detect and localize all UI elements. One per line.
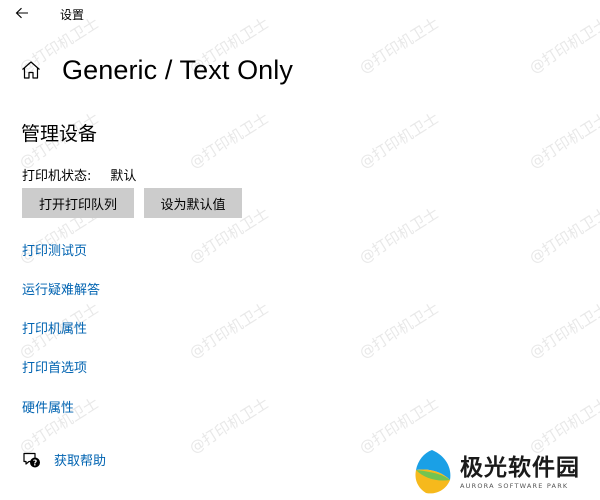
- print-test-page-link[interactable]: 打印测试页: [22, 240, 87, 259]
- title-bar: 设置: [0, 0, 600, 30]
- status-label: 打印机状态:: [22, 169, 92, 184]
- aurora-logo-icon: [415, 450, 451, 494]
- status-value: 默认: [110, 169, 137, 184]
- svg-text:?: ?: [33, 458, 37, 467]
- set-default-button[interactable]: 设为默认值: [144, 188, 242, 218]
- home-icon[interactable]: [20, 59, 42, 81]
- page-title: Generic / Text Only: [62, 54, 293, 85]
- page-header: Generic / Text Only: [20, 50, 293, 90]
- watermark-text: @打印机卫士: [526, 298, 600, 362]
- watermark-text: @打印机卫士: [356, 298, 442, 362]
- brand-subtitle: AURORA SOFTWARE PARK: [460, 481, 569, 490]
- help-chat-icon: ?: [23, 452, 40, 467]
- printer-properties-link[interactable]: 打印机属性: [22, 318, 87, 337]
- watermark-text: @打印机卫士: [356, 203, 442, 267]
- watermark-text: @打印机卫士: [186, 108, 272, 172]
- get-help[interactable]: ? 获取帮助: [22, 450, 106, 469]
- section-title: 管理设备: [21, 123, 98, 145]
- get-help-link[interactable]: 获取帮助: [54, 450, 106, 469]
- brand-watermark: 极光软件园 AURORA SOFTWARE PARK: [408, 448, 580, 496]
- back-arrow-icon: [15, 7, 28, 19]
- watermark-text: @打印机卫士: [526, 108, 600, 172]
- watermark-text: @打印机卫士: [356, 108, 442, 172]
- window-title: 设置: [60, 8, 85, 22]
- printer-status: 打印机状态: 默认: [22, 165, 136, 184]
- hardware-properties-link[interactable]: 硬件属性: [22, 397, 74, 416]
- back-button[interactable]: [10, 3, 34, 23]
- watermark-text: @打印机卫士: [186, 298, 272, 362]
- brand-name: 极光软件园: [460, 454, 580, 481]
- watermark-text: @打印机卫士: [186, 393, 272, 457]
- watermark-text: @打印机卫士: [526, 203, 600, 267]
- open-queue-button[interactable]: 打开打印队列: [22, 188, 134, 218]
- run-troubleshooter-link[interactable]: 运行疑难解答: [22, 279, 100, 298]
- printing-preferences-link[interactable]: 打印首选项: [22, 357, 87, 376]
